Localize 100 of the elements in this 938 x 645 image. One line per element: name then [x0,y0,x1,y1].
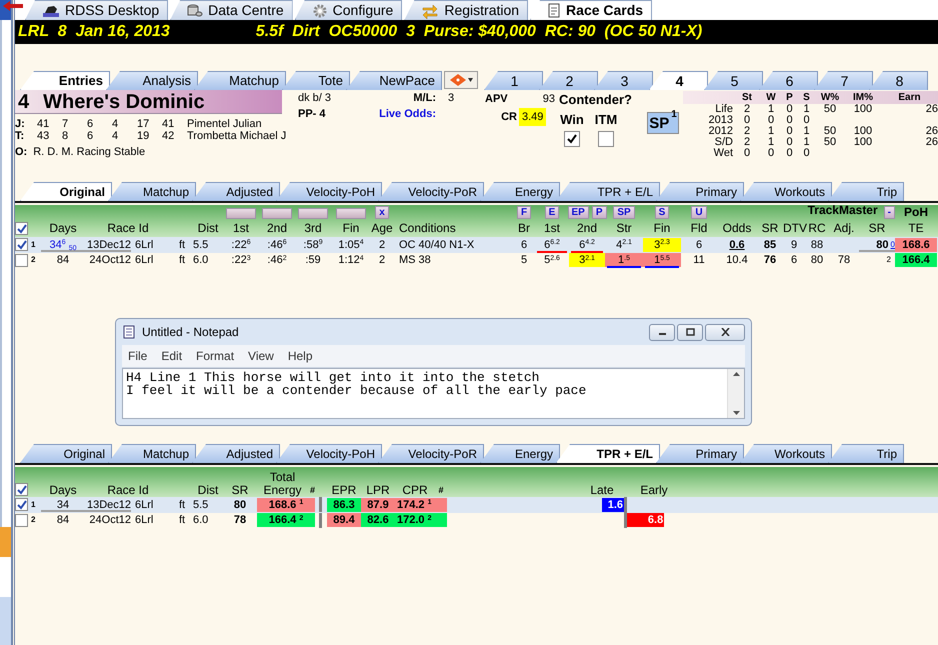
column-header: CPR [402,483,428,497]
view-tab[interactable]: Analysis [106,71,198,90]
table-tab[interactable]: TPR + E/L [556,444,660,463]
table-cell: 34 [41,498,85,512]
select-all-checkbox[interactable] [15,222,28,235]
table-tab[interactable]: Matchup [108,444,196,463]
horse-tab[interactable]: 1 [484,71,543,90]
close-button[interactable] [705,324,745,340]
pace-menu-button[interactable] [444,71,478,89]
horse-tab[interactable]: 7 [814,71,873,90]
column-header: # [438,484,444,497]
column-header: Earn [897,91,922,104]
table-cell: 166.4 [895,253,937,268]
row-checkbox[interactable] [15,254,28,267]
table-cell-text: 2 [378,238,386,252]
table-tab[interactable]: Workouts [740,182,832,201]
table-row[interactable]: 2 84 24Oct12 6Lrl ft 6.0 78 166.4 $^{2}$ 89.4 82.6 172.0 $^{2}$ 6.8 [15,512,938,528]
text-area[interactable]: H4 Line 1 This horse will get into it into the stetch I feel it will be a contender because of all the early pace [122,368,745,419]
view-tab[interactable]: NewPace [346,71,442,90]
sp-button[interactable]: SP$^{1}$ [647,112,679,134]
table-tab[interactable]: Trip [828,182,904,201]
table-cell-text: MS 38 [398,253,432,268]
clear-button[interactable]: x [375,206,389,219]
menu-item[interactable]: File [128,347,148,365]
contender-label: Contender? [559,91,633,109]
table-tab[interactable]: Velocity-PoH [276,182,382,201]
table-tab[interactable]: Adjusted [192,444,280,463]
table-tab[interactable]: Velocity-PoR [378,444,484,463]
table-cell: 82.6 [361,513,395,528]
app-tab[interactable]: RDSS Desktop [25,0,168,20]
app-tab[interactable]: Race Cards [530,0,652,20]
table-tab[interactable]: Primary [656,444,744,463]
filter-button[interactable]: SP [613,206,635,219]
table-tab[interactable]: Adjusted [192,182,280,201]
view-tab[interactable]: Tote [282,71,350,90]
table-tab[interactable]: Primary [656,182,744,201]
table-cell-text: 10.4 [725,253,749,268]
horse-tab[interactable]: 4 [649,71,708,90]
view-tab[interactable]: Entries [20,71,110,90]
table-tab[interactable]: TPR + E/L [556,182,660,201]
table-tab[interactable]: Velocity-PoH [276,444,382,463]
app-tab[interactable]: Configure [294,0,402,20]
table-cell: 168.6 [895,238,937,252]
menu-item[interactable]: Help [288,347,313,365]
horse-tab[interactable]: 8 [869,71,928,90]
contender-checkbox[interactable] [598,131,614,147]
table-tab[interactable]: Energy [480,444,560,463]
filter-button[interactable]: EP [568,206,589,219]
select-all-checkbox[interactable] [15,483,28,496]
app-tab[interactable]: Registration [404,0,528,20]
table-row[interactable]: 1 34$^{6}$ $_{50}$ 13Dec12 6Lrl ft 5.5 :22$^{6}$ :46$^{6}$ :58$^{9}$ 1:05$^{4}$ 2 OC 40/40 N1-X 6 6$^{6.2}$ 6$^{4.2}$ 4$^{2.1}$ 3$^{2.3}$ 6 0.6 85 9 88 80 0 168.6 [15,237,938,252]
filter-button[interactable]: S [654,206,670,219]
horse-tab[interactable]: 5 [704,71,763,90]
maximize-button[interactable] [677,324,703,340]
filter-button[interactable]: E [544,206,560,219]
collapse-button[interactable]: - [884,206,895,219]
filter-button[interactable]: P [592,206,607,219]
table-tab[interactable]: Original [20,182,112,201]
menu-item[interactable]: Edit [161,347,182,365]
column-header: W [765,91,777,104]
table-tab[interactable]: Original [20,444,112,463]
stat-value: 19 [137,130,150,142]
table-row[interactable]: 2 84 24Oct12 6Lrl ft 6.0 :22$^{3}$ :46$^{2}$ :59 1:12$^{4}$ 2 MS 38 5 5$^{2.6}$ 3$^{2.1}$ 1$^{.5}$ 1$^{5.5}$ 11 10.4 76 6 80 78 2 166.4 [15,252,938,268]
menu-item[interactable]: View [248,347,274,365]
menu-item[interactable]: Format [196,347,234,365]
table-tab[interactable]: Workouts [740,444,832,463]
table-cell-text: 6$^{6.2}$ [543,238,561,252]
table-row[interactable]: 1 34 13Dec12 6Lrl ft 5.5 80 168.6 $^{1}$ 86.3 87.9 174.2 $^{1}$ 1.6 [15,497,938,512]
stat-value: 6 [87,130,94,142]
table-cell: 174.2 $^{1}$ [395,498,447,512]
table-tab[interactable]: Velocity-PoR [378,182,484,201]
horse-tab[interactable]: 6 [759,71,818,90]
table-tab[interactable]: Energy [480,182,560,201]
table-cell-text: 6.0 [193,253,210,268]
row-checkbox[interactable] [15,238,28,252]
table-tab[interactable]: Trip [828,444,904,463]
horse-tab[interactable]: 3 [594,71,653,90]
scrollbar[interactable] [727,369,744,418]
row-label: Life [714,104,733,115]
table-cell-text: 11 [692,253,706,268]
stat-value: 6 [87,118,94,130]
horse-tab[interactable]: 2 [539,71,598,90]
table-tab[interactable]: Matchup [108,182,196,201]
contender-checkbox[interactable] [564,131,580,147]
filter-button[interactable]: U [691,206,707,219]
column-header: Br [517,221,531,235]
note-link[interactable]: 0 [890,238,895,252]
minimize-button[interactable] [649,324,675,340]
maximize-icon [686,328,694,336]
row-checkbox[interactable] [15,514,28,527]
filter-button[interactable]: F [516,206,532,219]
row-number: 1 [31,498,36,511]
table-cell: 3$^{2.3}$ [643,238,681,252]
horse-number: 4 [18,90,30,114]
back-arrow-icon[interactable] [2,0,24,12]
view-tab[interactable]: Matchup [194,71,286,90]
row-checkbox[interactable] [15,498,28,512]
app-tab[interactable]: Data Centre [170,0,293,20]
record-value: 0 [785,148,794,159]
table-cell: 89.4 [327,513,361,528]
